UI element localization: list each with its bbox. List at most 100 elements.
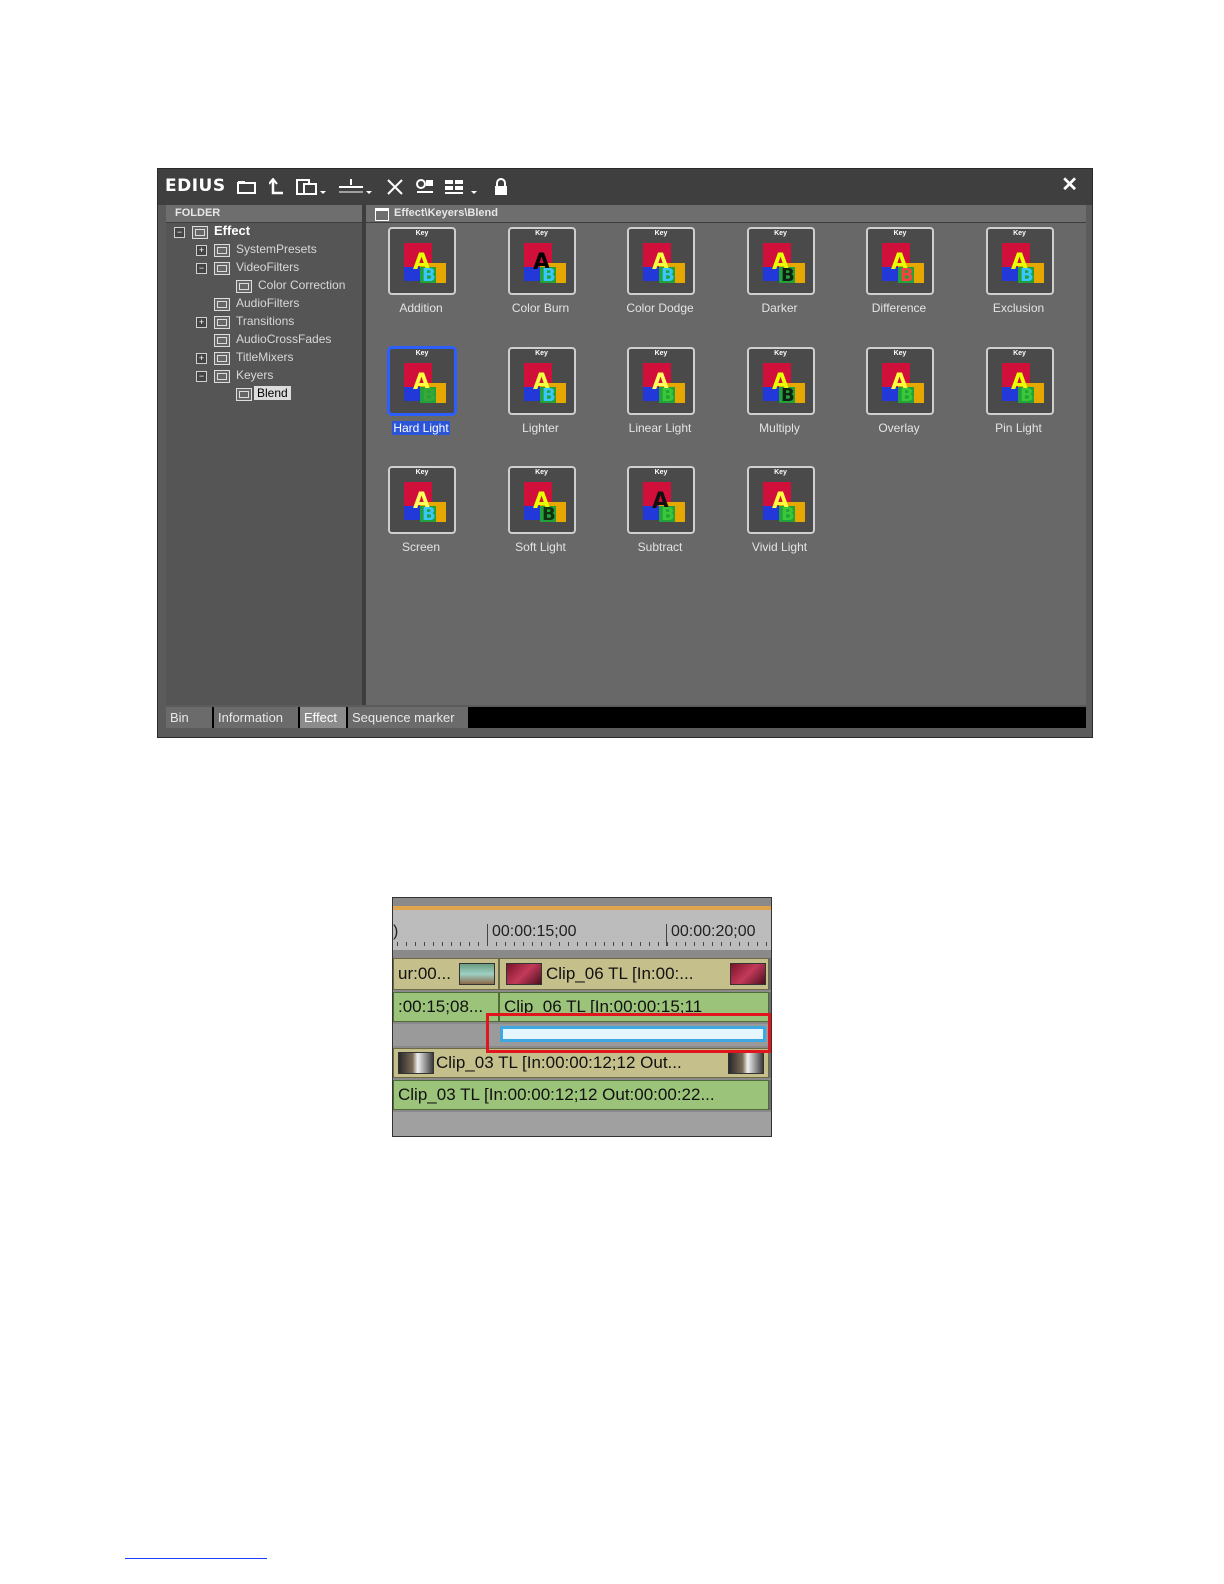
time-ruler[interactable]: ) 00:00:15;00 00:00:20;00 (393, 910, 771, 950)
effect-label: Color Burn (511, 301, 570, 315)
ruler-tick (613, 942, 614, 946)
collapse-toggle-videofilters[interactable]: − (196, 263, 207, 274)
effect-item-lighter[interactable]: Key A B Lighter (486, 343, 596, 453)
thumb-key-label: Key (415, 469, 429, 476)
palette-tab-bar: Bin Information Effect Sequence marker (166, 707, 1086, 728)
tree-item-videofilters[interactable]: VideoFilters (236, 260, 299, 274)
up-folder-icon[interactable] (264, 175, 290, 199)
ruler-tick (730, 942, 731, 946)
effect-label: Overlay (878, 420, 920, 435)
ruler-tick (739, 942, 740, 946)
svg-text:B: B (542, 504, 556, 525)
svg-text:B: B (900, 385, 914, 406)
ruler-tick (460, 942, 461, 946)
path-text: Effect\Keyers\Blend (394, 207, 498, 219)
ruler-tick (415, 942, 416, 946)
effect-item-subtract[interactable]: Key A B Subtract (605, 462, 715, 572)
delete-icon[interactable] (382, 175, 408, 199)
effect-item-soft-light[interactable]: Key A B Soft Light (486, 462, 596, 572)
tab-effect[interactable]: Effect (300, 707, 346, 728)
effect-palette-window: EDIUS ✕ FOLDER − Effect + SystemPresets … (157, 168, 1093, 738)
clip-label: :00:15;08... (398, 997, 484, 1016)
ruler-tick (667, 942, 668, 946)
folder-icon (236, 388, 252, 401)
close-button[interactable]: ✕ (1061, 172, 1078, 197)
blend-preview-icon: AB (643, 482, 685, 525)
folder-icon (214, 262, 230, 275)
folder-icon (214, 316, 230, 329)
ruler-tick (559, 942, 560, 946)
tree-item-keyers[interactable]: Keyers (236, 368, 273, 382)
effect-label: Subtract (637, 540, 683, 554)
ruler-tick (748, 942, 749, 946)
tree-item-systempresets[interactable]: SystemPresets (236, 242, 317, 256)
effect-item-addition[interactable]: Key A B Addition (366, 223, 476, 333)
thumb-key-label: Key (535, 230, 548, 237)
tree-item-audiocrossfades[interactable]: AudioCrossFades (236, 332, 331, 346)
expand-toggle-systempresets[interactable]: + (196, 245, 207, 256)
effect-item-hard-light[interactable]: Key A B Hard Light (366, 343, 476, 453)
timeline-clip[interactable]: :00:15;08... (393, 992, 499, 1022)
effect-thumbnail: Key A B (627, 227, 695, 295)
tree-item-audiofilters[interactable]: AudioFilters (236, 296, 299, 310)
tab-information[interactable]: Information (214, 707, 298, 728)
tree-item-transitions[interactable]: Transitions (236, 314, 294, 328)
expand-toggle-titlemixers[interactable]: + (196, 353, 207, 364)
effect-item-vivid-light[interactable]: Key A B Vivid Light (725, 462, 835, 572)
ruler-tick (685, 942, 686, 946)
blend-preview-icon: AB (643, 243, 685, 286)
video-track-1: ur:00... Clip_06 TL [In:00:... (393, 958, 771, 990)
effect-item-difference[interactable]: Key A B Difference (844, 223, 954, 333)
effect-item-color-dodge[interactable]: Key A B Color Dodge (605, 223, 715, 333)
ruler-tick (640, 942, 641, 946)
tree-item-effect[interactable]: Effect (214, 223, 250, 238)
thumb-key-label: Key (893, 230, 907, 237)
clip-thumbnail (459, 963, 495, 985)
effect-thumbnail: Key A B (627, 466, 695, 534)
blend-preview-icon: AB (1001, 362, 1044, 406)
tree-item-color-correction[interactable]: Color Correction (258, 278, 345, 292)
properties-icon[interactable] (412, 175, 438, 199)
timeline-clip-06[interactable]: Clip_06 TL [In:00:... (499, 958, 769, 990)
expand-toggle-transitions[interactable]: + (196, 317, 207, 328)
timeline-clip[interactable]: ur:00... (393, 958, 499, 990)
collapse-toggle-effect[interactable]: − (174, 227, 185, 238)
view-icon[interactable] (442, 175, 482, 199)
effect-label: Difference (871, 301, 927, 315)
tab-sequence-marker[interactable]: Sequence marker (348, 707, 468, 728)
import-icon[interactable] (336, 175, 374, 199)
effect-item-pin-light[interactable]: Key A B Pin Light (964, 343, 1074, 453)
svg-text:B: B (781, 265, 795, 286)
effect-item-multiply[interactable]: Key A B Multiply (725, 343, 835, 453)
svg-text:B: B (661, 504, 675, 525)
ruler-tick (433, 942, 434, 946)
ruler-tick (406, 942, 407, 946)
folder-icon (214, 244, 230, 257)
effect-item-overlay[interactable]: Key A B Overlay (844, 343, 954, 453)
effect-item-color-burn[interactable]: Key A B Color Burn (486, 223, 596, 333)
tree-item-titlemixers[interactable]: TitleMixers (236, 350, 294, 364)
timeline-clip-03-audio[interactable]: Clip_03 TL [In:00:00:12;12 Out:00:00:22.… (393, 1080, 769, 1110)
effect-item-linear-light[interactable]: Key A B Linear Light (605, 343, 715, 453)
lock-icon[interactable] (488, 175, 514, 199)
thumb-key-label: Key (654, 469, 668, 476)
tab-bin[interactable]: Bin (166, 707, 212, 728)
effect-label: Screen (401, 540, 441, 554)
thumb-key-label: Key (1013, 349, 1026, 357)
effect-item-screen[interactable]: Key A B Screen (366, 462, 476, 572)
ruler-tick (550, 942, 551, 946)
effect-thumbnail: Key A B (388, 346, 456, 415)
ruler-label: 00:00:20;00 (671, 923, 756, 940)
effect-thumbnail: Key A B (985, 227, 1054, 295)
collapse-toggle-keyers[interactable]: − (196, 371, 207, 382)
svg-text:B: B (422, 385, 436, 406)
paste-icon[interactable] (294, 175, 330, 199)
folder-icon (214, 370, 230, 383)
ruler-tick (577, 942, 578, 946)
folder-icon (192, 226, 208, 239)
effect-item-darker[interactable]: Key A B Darker (725, 223, 835, 333)
new-folder-icon[interactable] (234, 175, 260, 199)
ruler-tick (595, 942, 596, 946)
tree-item-blend[interactable]: Blend (254, 386, 291, 400)
effect-item-exclusion[interactable]: Key A B Exclusion (964, 223, 1074, 333)
